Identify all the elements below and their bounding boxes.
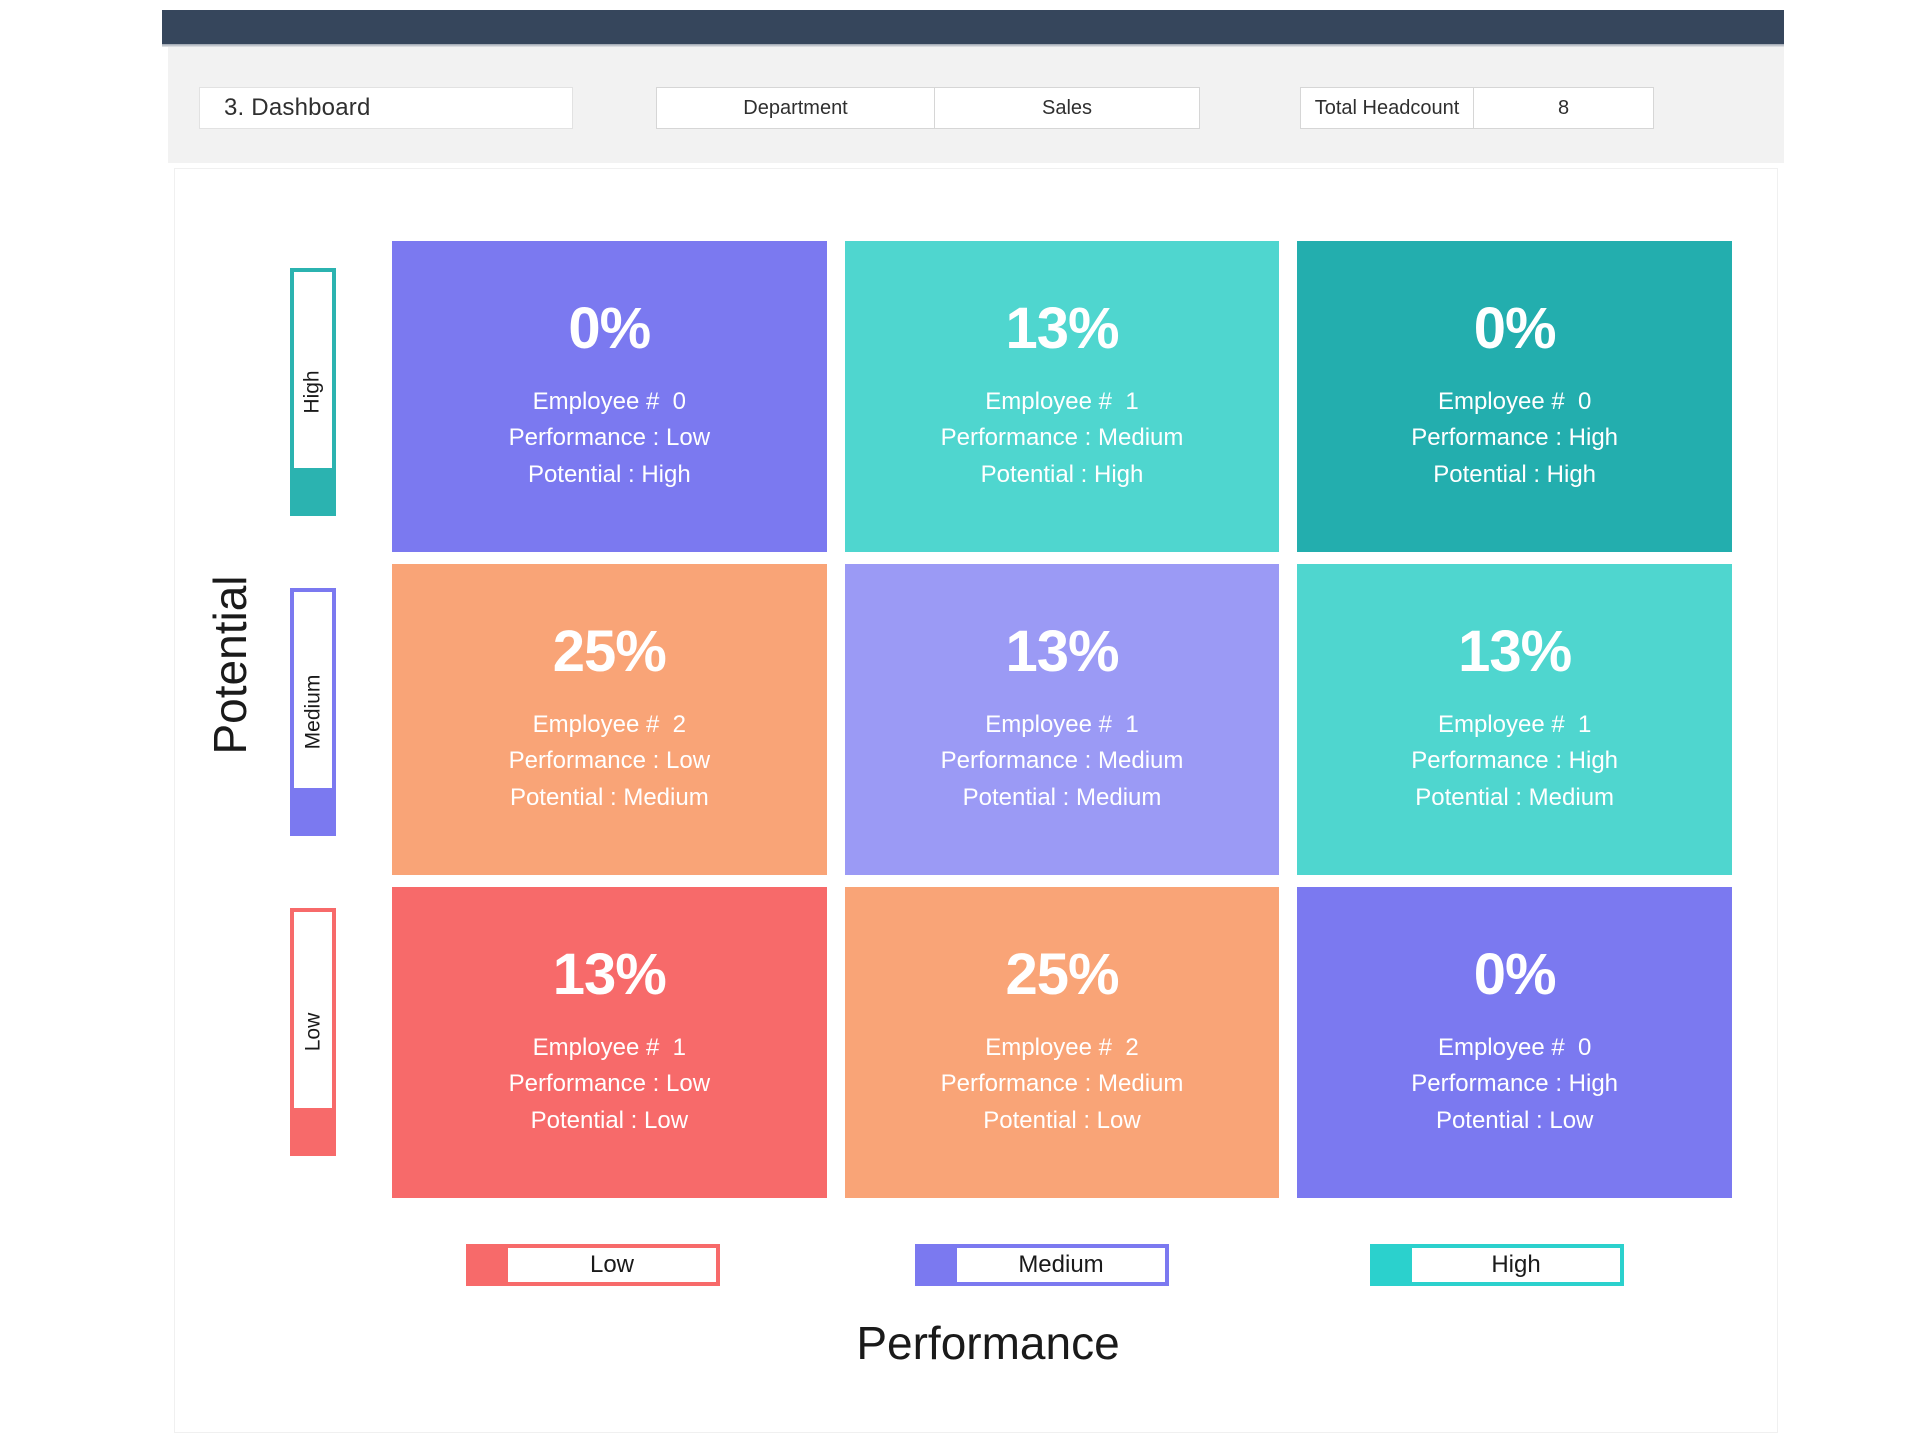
cell-percent: 0% (568, 295, 651, 361)
cell-employee-count: Employee # 2 (532, 710, 687, 738)
grid-cell-low-medium[interactable]: 25% Employee # 2 Performance : Medium Poten… (844, 887, 1280, 1198)
cell-performance: Performance : High (1411, 747, 1619, 775)
cell-employee-count: Employee # 1 (985, 710, 1139, 738)
cell-percent: 13% (1005, 618, 1119, 684)
cell-employee-count: Employee # 1 (985, 387, 1139, 415)
grid-cell-medium-low[interactable]: 25% Employee # 2 Performance : Low Potentia… (392, 564, 827, 875)
cell-percent: 13% (552, 941, 667, 1007)
cell-percent: 13% (1005, 295, 1119, 361)
department-selector[interactable]: Department Sales (656, 87, 1200, 129)
cell-performance: Performance : Medium (940, 424, 1184, 452)
department-value[interactable]: Sales (935, 88, 1199, 128)
cell-performance: Performance : Low (508, 424, 711, 452)
grid-cell-high-medium[interactable]: 13% Employee # 1 Performance : Medium Poten… (844, 241, 1280, 552)
x-level-low-label: Low (589, 1251, 635, 1278)
cell-potential: Potential : Medium (1415, 783, 1615, 811)
cell-employee-count: Employee # 2 (985, 1033, 1139, 1061)
x-axis-title-text: Performance (856, 1317, 1120, 1369)
y-level-high[interactable]: High (290, 268, 336, 516)
headcount-box: Total Headcount 8 (1300, 87, 1654, 129)
cell-performance: Performance : Medium (940, 1070, 1184, 1098)
x-level-high-fill (1374, 1248, 1412, 1282)
grid-cell-low-low[interactable]: 13% Employee # 1 Performance : Low Potentia… (392, 887, 827, 1198)
cell-potential: Potential : High (527, 460, 691, 488)
y-level-low[interactable]: Low (290, 908, 336, 1156)
y-level-medium-label: Medium (301, 674, 325, 750)
window-titlebar (162, 10, 1784, 44)
dashboard-page: 3. Dashboard Department Sales Total Head… (0, 0, 1920, 1440)
cell-percent: 25% (552, 618, 667, 684)
cell-performance: Performance : Medium (940, 747, 1184, 775)
grid-cell-low-high[interactable]: 0% Employee # 0 Performance : High Potentia… (1297, 887, 1732, 1198)
headcount-label: Total Headcount (1301, 88, 1474, 128)
x-level-medium-label: Medium (1018, 1251, 1104, 1278)
cell-performance: Performance : Low (508, 1070, 711, 1098)
department-label: Department (657, 88, 935, 128)
page-title-field[interactable]: 3. Dashboard (199, 87, 573, 129)
cell-percent: 0% (1473, 295, 1557, 361)
cell-potential: Potential : Low (1435, 1106, 1594, 1134)
cell-employee-count: Employee # 1 (1437, 710, 1592, 738)
cell-performance: Performance : High (1411, 1070, 1619, 1098)
nine-box-grid: 0% Employee # 0 Performance : Low Potential… (392, 241, 1732, 1198)
cell-potential: Potential : Medium (962, 783, 1162, 811)
cell-employee-count: Employee # 0 (1437, 1033, 1592, 1061)
cell-percent: 25% (1005, 941, 1119, 1007)
cell-percent: 13% (1458, 618, 1572, 684)
cell-performance: Performance : Low (508, 747, 711, 775)
cell-potential: Potential : Low (530, 1106, 689, 1134)
x-level-low[interactable]: Low (466, 1244, 720, 1286)
x-level-low-fill (470, 1248, 508, 1282)
cell-percent: 0% (1473, 941, 1557, 1007)
cell-potential: Potential : High (1433, 460, 1597, 488)
grid-cell-medium-medium[interactable]: 13% Employee # 1 Performance : Medium Poten… (844, 564, 1280, 875)
cell-potential: Potential : Medium (509, 783, 709, 811)
grid-cell-high-high[interactable]: 0% Employee # 0 Performance : High Potentia… (1297, 241, 1732, 552)
x-level-high[interactable]: High (1370, 1244, 1624, 1286)
x-level-high-label: High (1491, 1251, 1541, 1278)
cell-employee-count: Employee # 0 (1437, 387, 1592, 415)
y-level-low-label: Low (301, 1012, 324, 1052)
y-level-medium[interactable]: Medium (290, 588, 336, 836)
cell-potential: Potential : High (980, 460, 1144, 488)
x-level-medium-fill (919, 1248, 957, 1282)
grid-cell-medium-high[interactable]: 13% Employee # 1 Performance : High Potenti… (1297, 564, 1732, 875)
headcount-value: 8 (1557, 96, 1570, 119)
x-axis-title: Performance (0, 1316, 1920, 1370)
cell-performance: Performance : High (1411, 424, 1619, 452)
cell-employee-count: Employee # 1 (532, 1033, 687, 1061)
y-level-high-label: High (301, 370, 325, 414)
x-level-medium[interactable]: Medium (915, 1244, 1169, 1286)
cell-employee-count: Employee # 0 (532, 387, 687, 415)
grid-cell-high-low[interactable]: 0% Employee # 0 Performance : Low Potential… (392, 241, 827, 552)
cell-potential: Potential : Low (983, 1106, 1141, 1134)
